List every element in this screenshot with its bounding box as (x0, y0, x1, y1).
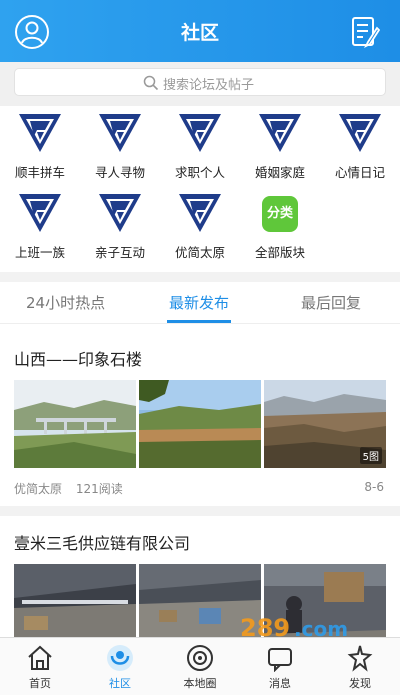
category-label: 上班一族 (14, 245, 65, 260)
category-item[interactable]: 寻人寻物 (80, 106, 160, 182)
category-item[interactable]: 心情日记 (320, 106, 400, 182)
home-icon (28, 645, 52, 670)
post-photo[interactable]: 5图 (264, 380, 386, 468)
nav-messages[interactable]: 消息 (240, 638, 320, 695)
feed-tabs: 24小时热点 最新发布 最后回复 (0, 282, 400, 324)
nav-community[interactable]: 社区 (80, 638, 160, 695)
header-bar: 社区 (0, 0, 400, 62)
nav-label: 发现 (349, 677, 371, 690)
nav-label: 首页 (29, 677, 51, 690)
nav-discover[interactable]: 发现 (320, 638, 400, 695)
discover-icon (347, 645, 373, 672)
page-title: 社区 (180, 22, 219, 44)
category-label: 心情日记 (334, 165, 385, 180)
category-label: 寻人寻物 (94, 165, 145, 180)
category-item-all-boards[interactable]: 分类 全部版块 (240, 186, 320, 262)
post-photo[interactable] (14, 380, 136, 468)
category-label: 求职个人 (174, 165, 225, 180)
post-photos: 5图 (14, 380, 386, 468)
post-meta: 优简太原 121阅读 (14, 480, 123, 497)
post-date: 8-6 (364, 480, 384, 494)
post-card[interactable]: 山西——印象石楼 5图 优简太原 121阅读 8-6 (0, 336, 400, 506)
category-grid: 顺丰拼车 寻人寻物 求职个人 婚姻家庭 心情日记 上班一族 亲子互动 优简太原 (0, 106, 400, 272)
photo-count-badge: 5图 (359, 447, 382, 464)
v-shield-icon (17, 192, 63, 234)
nav-home[interactable]: 首页 (0, 638, 80, 695)
v-shield-icon (177, 192, 223, 234)
search-placeholder: 搜索论坛及帖子 (163, 78, 255, 93)
category-label: 顺丰拼车 (14, 165, 65, 180)
category-item[interactable]: 顺丰拼车 (0, 106, 80, 182)
community-icon (107, 645, 133, 671)
post-divider (0, 506, 400, 516)
category-label: 婚姻家庭 (254, 165, 305, 180)
local-circle-icon (187, 645, 213, 671)
v-shield-icon (17, 112, 63, 154)
nav-label: 消息 (269, 677, 291, 690)
category-item[interactable]: 亲子互动 (80, 186, 160, 262)
nav-label: 本地圈 (183, 677, 217, 690)
category-label: 全部版块 (254, 245, 305, 260)
category-badge-icon: 分类 (262, 196, 298, 232)
v-shield-icon (97, 192, 143, 234)
post-reads: 121阅读 (75, 482, 123, 496)
search-input[interactable]: 搜索论坛及帖子 (14, 68, 386, 96)
nav-label: 社区 (109, 677, 131, 690)
v-shield-icon (337, 112, 383, 154)
search-icon (143, 75, 159, 91)
v-shield-icon (177, 112, 223, 154)
category-item[interactable]: 优简太原 (160, 186, 240, 262)
tab-24h-hot[interactable]: 24小时热点 (26, 292, 105, 313)
nav-local-circle[interactable]: 本地圈 (160, 638, 240, 695)
bottom-nav: 首页 社区 本地圈 消息 发现 (0, 637, 400, 695)
category-label: 优简太原 (174, 245, 225, 260)
v-shield-icon (97, 112, 143, 154)
post-title: 山西——印象石楼 (14, 350, 143, 369)
category-item[interactable]: 上班一族 (0, 186, 80, 262)
category-item[interactable]: 求职个人 (160, 106, 240, 182)
search-bar-container: 搜索论坛及帖子 (0, 62, 400, 106)
active-tab-indicator (167, 320, 231, 323)
post-photo[interactable] (139, 380, 261, 468)
compose-post-icon[interactable] (350, 14, 381, 50)
category-label: 亲子互动 (94, 245, 145, 260)
tab-last-reply[interactable]: 最后回复 (301, 292, 361, 313)
community-screen: 社区 搜索论坛及帖子 顺丰拼车 寻人寻物 求职个人 婚姻家庭 心情日记 上班一族… (0, 0, 400, 695)
post-title: 壹米三毛供应链有限公司 (14, 534, 191, 553)
post-board[interactable]: 优简太原 (14, 482, 62, 496)
section-divider (0, 272, 400, 282)
message-icon (268, 648, 292, 672)
tab-latest[interactable]: 最新发布 (169, 292, 229, 313)
category-item[interactable]: 婚姻家庭 (240, 106, 320, 182)
v-shield-icon (257, 112, 303, 154)
